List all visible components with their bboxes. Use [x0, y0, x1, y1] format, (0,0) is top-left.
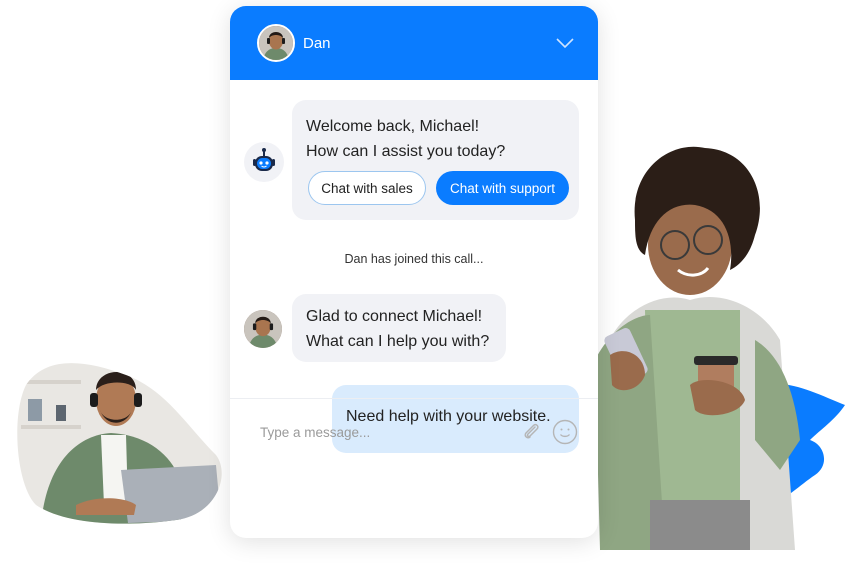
- agent-message-line1: Glad to connect Michael!: [306, 308, 483, 325]
- customer-photo: [595, 146, 845, 550]
- paperclip-icon: [524, 423, 539, 439]
- bot-greeting-line1: Welcome back, Michael!: [306, 118, 480, 135]
- chat-with-sales-button[interactable]: Chat with sales: [308, 171, 426, 205]
- bot-message-bubble: Welcome back, Michael! How can I assist …: [292, 100, 579, 220]
- message-composer: [230, 399, 598, 465]
- support-agent-photo: [17, 363, 222, 524]
- agent-name: Dan: [303, 34, 331, 52]
- agent-message-bubble: Glad to connect Michael! What can I help…: [292, 294, 506, 362]
- chat-widget: Dan Welcome back, Michael! How can I ass…: [230, 6, 598, 538]
- chevron-down-icon[interactable]: [556, 37, 574, 49]
- robot-icon: [253, 148, 275, 171]
- chat-with-support-button[interactable]: Chat with support: [436, 171, 569, 205]
- message-input[interactable]: [258, 423, 510, 441]
- agent-message-avatar: [244, 310, 282, 348]
- agent-message-line2: What can I help you with?: [306, 333, 490, 350]
- smiley-icon: [552, 419, 578, 445]
- attach-button[interactable]: [518, 419, 544, 445]
- chat-header: Dan: [230, 6, 598, 80]
- agent-avatar: [257, 24, 295, 62]
- bot-greeting-line2: How can I assist you today?: [306, 143, 506, 160]
- emoji-button[interactable]: [552, 419, 578, 445]
- system-notice: Dan has joined this call...: [344, 252, 484, 266]
- bot-avatar: [244, 142, 284, 182]
